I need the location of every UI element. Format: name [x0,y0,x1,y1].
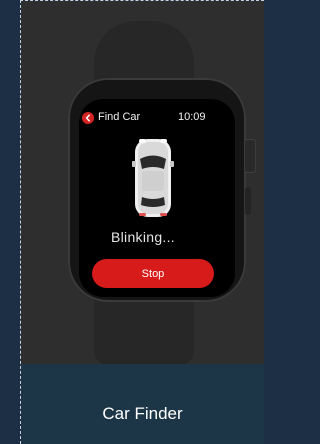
digital-crown [244,139,256,173]
car-top-view-icon [132,139,174,217]
feature-caption: Car Finder [102,404,183,423]
stop-button[interactable]: Stop [92,259,214,288]
screen-title: Find Car [98,111,141,123]
back-button[interactable] [82,112,94,124]
watch-side-button [245,187,251,215]
watch-photo: Find Car 10:09 Blinking... Stop [21,1,264,364]
app-feature-card: Find Car 10:09 Blinking... Stop Car Find… [20,0,264,444]
clock-time: 10:09 [178,111,206,123]
chevron-left-icon [85,114,90,122]
status-text: Blinking... [111,229,175,245]
